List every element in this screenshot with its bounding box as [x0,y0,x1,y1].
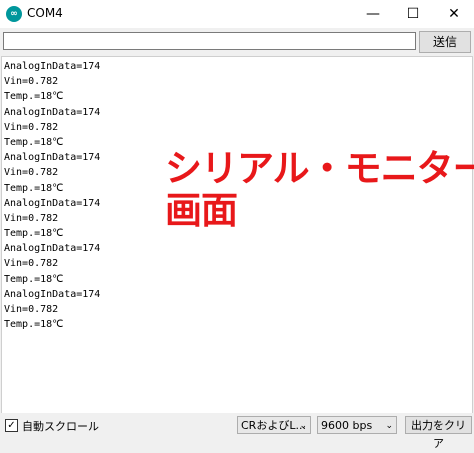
output-line: Temp.=18℃ [4,228,64,240]
clear-output-button[interactable]: 出力をクリア [405,416,472,450]
output-line: Vin=0.782 [4,304,59,315]
output-line: Vin=0.782 [4,212,59,224]
serial-output[interactable]: AnalogInData=174 Vin=0.782 Temp.=18℃ Analog… [1,56,473,414]
minimize-button[interactable]: — [353,0,393,28]
baud-rate-value: 9600 bps [321,419,373,432]
output-line: Vin=0.782 [4,76,59,88]
bottom-bar: ✓ 自動スクロール CRおよびL... ⌄ 9600 bps ⌄ 出力をクリア [0,413,474,450]
annotation-line-2: 画面 [165,189,238,232]
window-title: COM4 [27,6,63,20]
line-ending-select[interactable]: CRおよびL... ⌄ [237,416,311,434]
title-bar: ∞ COM4 — ☐ ✕ [0,0,474,28]
output-line: AnalogInData=174 [4,288,101,300]
output-line: AnalogInData=174 [4,243,101,255]
baud-rate-select[interactable]: 9600 bps ⌄ [317,416,397,434]
chevron-down-icon: ⌄ [299,421,307,431]
output-line: AnalogInData=174 [4,61,101,72]
output-line: AnalogInData=174 [4,106,101,118]
send-row: 送信 [0,29,474,55]
close-button[interactable]: ✕ [434,0,474,28]
autoscroll-checkbox[interactable]: ✓ [5,419,18,432]
arduino-icon: ∞ [6,6,22,22]
output-line: Vin=0.782 [4,258,59,270]
output-line: Temp.=18℃ [4,91,64,103]
chevron-down-icon: ⌄ [385,421,393,431]
autoscroll-label: 自動スクロール [22,420,99,433]
output-line: Vin=0.782 [4,121,59,133]
output-lines: AnalogInData=174 Vin=0.782 Temp.=18℃ Analog… [2,57,472,332]
output-line: Temp.=18℃ [4,319,64,331]
output-line: AnalogInData=174 [4,197,101,209]
line-ending-value: CRおよびL... [241,419,306,432]
send-input[interactable] [3,32,416,50]
send-button[interactable]: 送信 [419,31,471,53]
output-line: Temp.=18℃ [4,273,64,285]
maximize-button[interactable]: ☐ [393,0,433,28]
